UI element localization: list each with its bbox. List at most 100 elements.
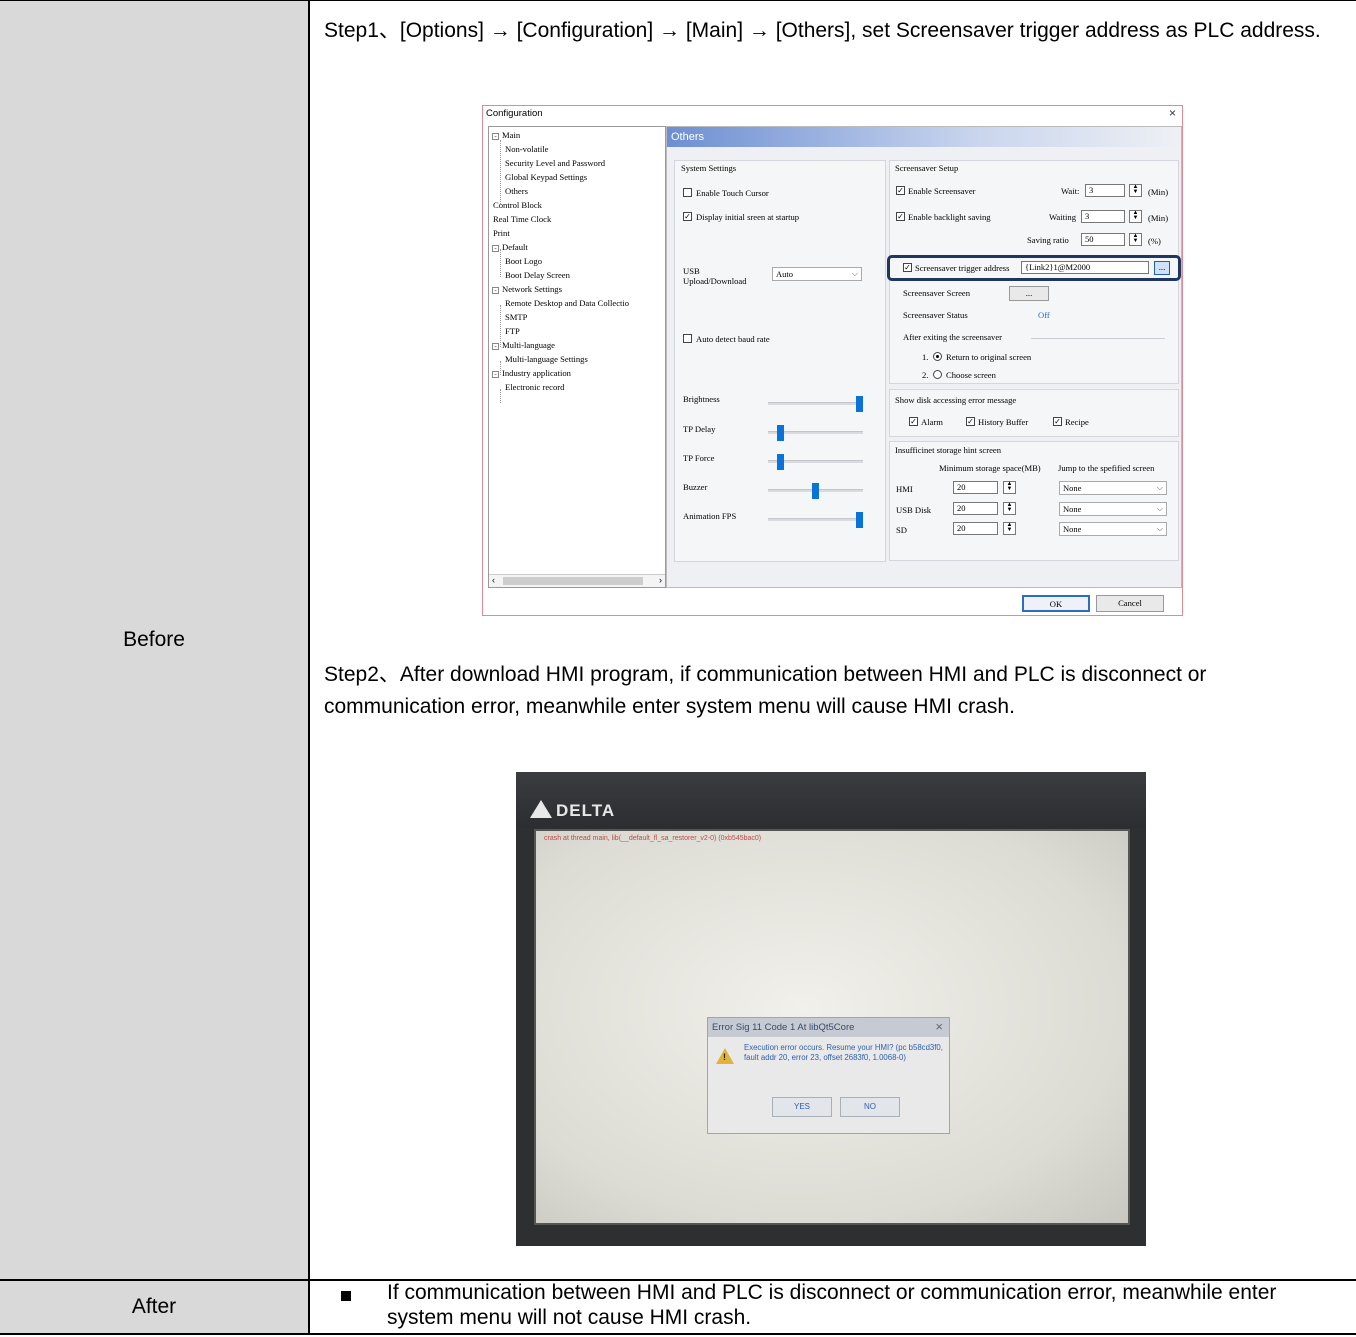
usb-screen-select[interactable]: None ⌵: [1059, 502, 1167, 516]
storage-row-name: SD: [896, 525, 907, 535]
tree-item-rtc[interactable]: Real Time Clock: [493, 214, 551, 224]
choose-screen-radio[interactable]: [933, 370, 942, 379]
fps-label: Animation FPS: [683, 511, 737, 521]
tree-item-ftp[interactable]: FTP: [505, 326, 520, 336]
ratio-spinner[interactable]: ▲ ▼: [1129, 233, 1142, 246]
alarm-checkbox[interactable]: ✓: [909, 417, 918, 426]
before-row: Before Step1、[Options] → [Configuration]…: [0, 0, 1356, 1279]
tp-delay-knob[interactable]: [777, 425, 784, 441]
wait-label: Wait:: [1061, 186, 1080, 196]
recipe-checkbox[interactable]: ✓: [1053, 417, 1062, 426]
exit-label: After exiting the screensaver: [903, 332, 1003, 342]
backlight-checkbox[interactable]: ✓: [896, 212, 905, 221]
alarm-label: Alarm: [921, 417, 943, 427]
fps-knob[interactable]: [856, 512, 863, 528]
chevron-down-icon: ⌵: [851, 269, 858, 278]
buzzer-slider[interactable]: [768, 483, 863, 499]
touch-cursor-label: Enable Touch Cursor: [696, 188, 769, 198]
wait-unit: (Min): [1148, 187, 1169, 197]
tree-item-default[interactable]: - Default: [492, 242, 528, 252]
others-panel: Others System Settings Enable Touch Curs…: [666, 126, 1182, 588]
auto-baud-label: Auto detect baud rate: [696, 334, 770, 344]
no-button[interactable]: NO: [840, 1097, 900, 1117]
return-original-radio[interactable]: [933, 352, 942, 361]
enable-screensaver-checkbox[interactable]: ✓: [896, 186, 905, 195]
scroll-thumb[interactable]: [503, 577, 643, 585]
fps-slider[interactable]: [768, 512, 863, 528]
trigger-checkbox[interactable]: ✓: [903, 263, 912, 272]
buzzer-knob[interactable]: [812, 483, 819, 499]
wait-input[interactable]: 3: [1085, 184, 1125, 197]
tree-item-network[interactable]: - Network Settings: [492, 284, 562, 294]
touch-cursor-checkbox[interactable]: [683, 188, 692, 197]
tree-item-non-volatile[interactable]: Non-volatile: [505, 144, 548, 154]
ok-button[interactable]: OK: [1022, 595, 1090, 612]
crash-log-line: crash at thread main, lib(__default_fl_s…: [544, 835, 762, 842]
initial-screen-checkbox[interactable]: ✓: [683, 212, 692, 221]
storage-row-name: USB Disk: [896, 505, 932, 515]
tree-item-others[interactable]: Others: [505, 186, 528, 196]
disk-error-title: Show disk accessing error message: [895, 395, 1017, 405]
tree-item-smtp[interactable]: SMTP: [505, 312, 527, 322]
scroll-right-icon[interactable]: ›: [659, 575, 662, 585]
sd-storage-spinner[interactable]: ▲ ▼: [1003, 522, 1016, 535]
auto-baud-checkbox[interactable]: [683, 334, 692, 343]
hmi-screen-select[interactable]: None ⌵: [1059, 481, 1167, 495]
hmi-crash-photo: DELTA crash at thread main, lib(__defaul…: [516, 772, 1146, 1246]
sd-storage-input[interactable]: 20: [953, 522, 998, 535]
tp-delay-slider[interactable]: [768, 425, 863, 441]
tp-force-knob[interactable]: [777, 454, 784, 470]
after-content: If communication between HMI and PLC is …: [312, 1281, 1356, 1333]
history-checkbox[interactable]: ✓: [966, 417, 975, 426]
cancel-button[interactable]: Cancel: [1096, 595, 1164, 612]
tp-delay-label: TP Delay: [683, 424, 716, 434]
tree-item-remote-desktop[interactable]: Remote Desktop and Data Collectio: [505, 298, 629, 308]
usb-label-2: Upload/Download: [683, 276, 747, 286]
tree-item-electronic-record[interactable]: Electronic record: [505, 382, 564, 392]
ratio-label: Saving ratio: [1027, 235, 1069, 245]
tree-item-keypad[interactable]: Global Keypad Settings: [505, 172, 587, 182]
close-icon[interactable]: ×: [935, 1018, 943, 1036]
chevron-down-icon: ⌵: [1156, 504, 1163, 513]
tree-item-main[interactable]: - Main: [492, 130, 520, 140]
tp-force-slider[interactable]: [768, 454, 863, 470]
chevron-down-icon: ⌵: [1156, 483, 1163, 492]
tree-item-boot-logo[interactable]: Boot Logo: [505, 256, 542, 266]
yes-button[interactable]: YES: [772, 1097, 832, 1117]
waiting-spinner[interactable]: ▲ ▼: [1129, 210, 1142, 223]
tree-scrollbar[interactable]: ‹ ›: [489, 574, 665, 587]
trigger-address-input[interactable]: {Link2}1@M2000: [1021, 261, 1149, 274]
usb-select[interactable]: Auto ⌵: [772, 267, 862, 281]
ratio-input[interactable]: 50: [1081, 233, 1125, 246]
buzzer-label: Buzzer: [683, 482, 708, 492]
settings-tree: - Main Non-volatile Security Level and Pa…: [488, 126, 666, 588]
hmi-screen: crash at thread main, lib(__default_fl_s…: [534, 829, 1130, 1225]
screensaver-screen-button[interactable]: ...: [1009, 286, 1049, 301]
tree-item-print[interactable]: Print: [493, 228, 510, 238]
usb-storage-spinner[interactable]: ▲ ▼: [1003, 502, 1016, 515]
tree-item-security[interactable]: Security Level and Password: [505, 158, 605, 168]
before-label: Before: [0, 1, 310, 1279]
brightness-slider[interactable]: [768, 396, 863, 412]
tree-item-boot-delay[interactable]: Boot Delay Screen: [505, 270, 570, 280]
backlight-label: Enable backlight saving: [908, 212, 991, 222]
close-icon[interactable]: ×: [1169, 106, 1176, 120]
hmi-storage-spinner[interactable]: ▲ ▼: [1003, 481, 1016, 494]
wait-spinner[interactable]: ▲ ▼: [1129, 184, 1142, 197]
sd-screen-select[interactable]: None ⌵: [1059, 522, 1167, 536]
browse-address-button[interactable]: ...: [1154, 261, 1170, 275]
step1-text: Step1、[Options] → [Configuration] → [Mai…: [324, 19, 1321, 42]
tree-item-control-block[interactable]: Control Block: [493, 200, 542, 210]
history-label: History Buffer: [978, 417, 1029, 427]
scroll-left-icon[interactable]: ‹: [492, 575, 495, 585]
option2-number: 2.: [922, 370, 929, 380]
tree-item-multi-language[interactable]: - Multi-language: [492, 340, 555, 350]
tree-item-multi-language-settings[interactable]: Multi-language Settings: [505, 354, 588, 364]
waiting-input[interactable]: 3: [1081, 210, 1125, 223]
brightness-knob[interactable]: [856, 396, 863, 412]
hmi-storage-input[interactable]: 20: [953, 481, 998, 494]
usb-storage-input[interactable]: 20: [953, 502, 998, 515]
panel-title: Others: [667, 127, 1181, 147]
screensaver-title: Screensaver Setup: [895, 163, 959, 173]
tree-item-industry[interactable]: - Industry application: [492, 368, 571, 378]
